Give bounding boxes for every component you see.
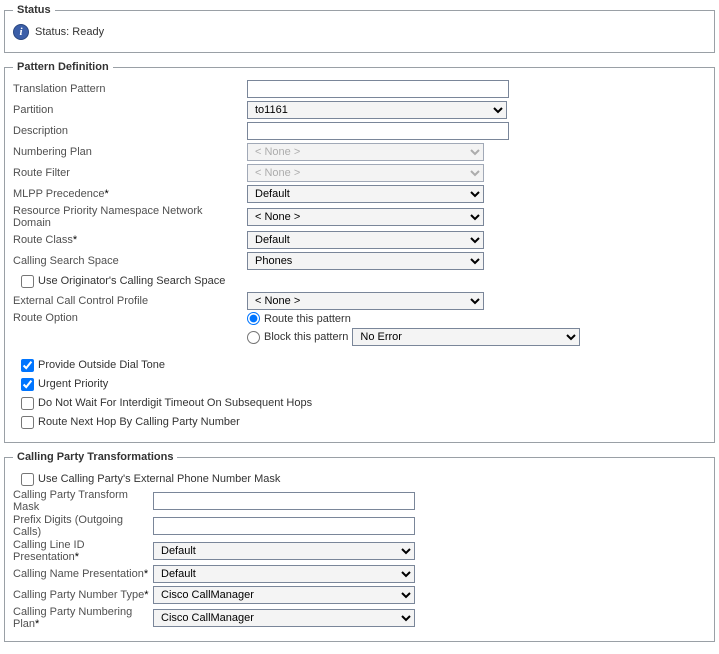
name-presentation-label: Calling Name Presentation*: [13, 568, 153, 580]
status-legend: Status: [13, 4, 55, 16]
calling-party-legend: Calling Party Transformations: [13, 451, 177, 463]
status-text: Status: Ready: [35, 26, 104, 38]
mlpp-label: MLPP Precedence*: [13, 188, 247, 200]
route-filter-label: Route Filter: [13, 167, 247, 179]
transform-mask-label: Calling Party Transform Mask: [13, 489, 153, 513]
css-select[interactable]: Phones: [247, 252, 484, 270]
translation-pattern-input[interactable]: [247, 80, 509, 98]
number-type-select[interactable]: Cisco CallManager: [153, 586, 415, 604]
route-next-hop-label: Route Next Hop By Calling Party Number: [38, 416, 240, 428]
use-ext-mask-checkbox[interactable]: [21, 473, 34, 486]
partition-label: Partition: [13, 104, 247, 116]
transform-mask-input[interactable]: [153, 492, 415, 510]
css-label: Calling Search Space: [13, 255, 247, 267]
number-type-label: Calling Party Number Type*: [13, 589, 153, 601]
numbering-plan-select: < None >: [247, 143, 484, 161]
use-originator-css-label: Use Originator's Calling Search Space: [38, 275, 225, 287]
numbering-plan-label: Numbering Plan: [13, 146, 247, 158]
status-row: i Status: Ready: [13, 22, 706, 42]
route-this-pattern-radio[interactable]: [247, 312, 260, 325]
pattern-definition-fieldset: Pattern Definition Translation Pattern P…: [4, 61, 715, 443]
description-input[interactable]: [247, 122, 509, 140]
route-this-pattern-label: Route this pattern: [264, 313, 351, 325]
clid-presentation-label: Calling Line ID Presentation*: [13, 539, 153, 563]
rpnnd-select[interactable]: < None >: [247, 208, 484, 226]
rpnnd-label: Resource Priority Namespace Network Doma…: [13, 205, 247, 229]
use-originator-css-checkbox[interactable]: [21, 275, 34, 288]
name-presentation-select[interactable]: Default: [153, 565, 415, 583]
urgent-priority-checkbox[interactable]: [21, 378, 34, 391]
prefix-digits-label: Prefix Digits (Outgoing Calls): [13, 514, 153, 538]
provide-dial-tone-label: Provide Outside Dial Tone: [38, 359, 165, 371]
provide-dial-tone-checkbox[interactable]: [21, 359, 34, 372]
no-wait-interdigit-label: Do Not Wait For Interdigit Timeout On Su…: [38, 397, 312, 409]
prefix-digits-input[interactable]: [153, 517, 415, 535]
route-option-label: Route Option: [13, 312, 247, 324]
cp-numbering-plan-label: Calling Party Numbering Plan*: [13, 606, 153, 630]
route-class-select[interactable]: Default: [247, 231, 484, 249]
route-class-label: Route Class*: [13, 234, 247, 246]
description-label: Description: [13, 125, 247, 137]
block-this-pattern-radio[interactable]: [247, 331, 260, 344]
status-fieldset: Status i Status: Ready: [4, 4, 715, 53]
eccp-label: External Call Control Profile: [13, 295, 247, 307]
cp-numbering-plan-select[interactable]: Cisco CallManager: [153, 609, 415, 627]
clid-presentation-select[interactable]: Default: [153, 542, 415, 560]
eccp-select[interactable]: < None >: [247, 292, 484, 310]
urgent-priority-label: Urgent Priority: [38, 378, 108, 390]
info-icon: i: [13, 24, 29, 40]
no-wait-interdigit-checkbox[interactable]: [21, 397, 34, 410]
mlpp-select[interactable]: Default: [247, 185, 484, 203]
route-filter-select: < None >: [247, 164, 484, 182]
use-ext-mask-label: Use Calling Party's External Phone Numbe…: [38, 473, 280, 485]
translation-pattern-label: Translation Pattern: [13, 83, 247, 95]
block-reason-select[interactable]: No Error: [352, 328, 580, 346]
calling-party-fieldset: Calling Party Transformations Use Callin…: [4, 451, 715, 642]
route-next-hop-checkbox[interactable]: [21, 416, 34, 429]
block-this-pattern-label: Block this pattern: [264, 331, 348, 343]
pattern-definition-legend: Pattern Definition: [13, 61, 113, 73]
partition-select[interactable]: to1161: [247, 101, 507, 119]
